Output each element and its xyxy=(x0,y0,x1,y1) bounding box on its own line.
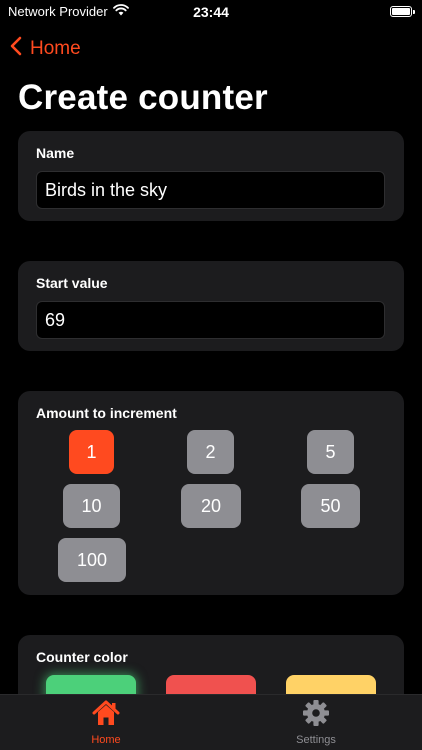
increment-option-50[interactable]: 50 xyxy=(301,484,360,528)
increment-option-20[interactable]: 20 xyxy=(181,484,241,528)
increment-option-label: 20 xyxy=(200,495,222,516)
create-counter-screen: Network Provider 23:44 Home Create count… xyxy=(0,0,422,750)
name-label: Name xyxy=(36,145,75,161)
start-value-label: Start value xyxy=(36,275,108,291)
status-time: 23:44 xyxy=(193,4,229,20)
start-value: 69 xyxy=(45,309,66,330)
page-title: Create counter xyxy=(18,78,268,117)
increment-label: Amount to increment xyxy=(36,405,177,421)
name-value: Birds in the sky xyxy=(45,179,168,200)
tab-settings-label: Settings xyxy=(296,734,336,746)
increment-card: Amount to increment 1 2 5 10 20 50 100 xyxy=(18,391,404,595)
name-field[interactable]: Birds in the sky xyxy=(36,171,385,209)
increment-option-label: 1 xyxy=(86,441,97,462)
increment-option-1[interactable]: 1 xyxy=(69,430,114,474)
start-value-card: Start value 69 xyxy=(18,261,404,351)
counter-color-label: Counter color xyxy=(36,649,128,665)
increment-option-100[interactable]: 100 xyxy=(58,538,126,582)
chevron-left-icon xyxy=(10,36,22,62)
back-label: Home xyxy=(30,38,81,59)
name-card: Name Birds in the sky xyxy=(18,131,404,221)
start-value-field[interactable]: 69 xyxy=(36,301,385,339)
tab-settings[interactable]: Settings xyxy=(256,699,376,746)
battery-icon xyxy=(390,6,415,17)
tab-home-label: Home xyxy=(91,734,121,746)
gear-icon xyxy=(302,699,330,732)
increment-option-2[interactable]: 2 xyxy=(187,430,234,474)
tab-home[interactable]: Home xyxy=(46,699,166,746)
back-button[interactable]: Home xyxy=(10,36,81,62)
increment-option-5[interactable]: 5 xyxy=(307,430,354,474)
status-bar: Network Provider 23:44 xyxy=(0,0,422,26)
increment-option-label: 10 xyxy=(81,495,102,516)
tab-bar: Home Settings xyxy=(0,694,422,750)
increment-option-label: 100 xyxy=(76,549,108,570)
increment-option-label: 5 xyxy=(325,441,336,462)
increment-option-label: 2 xyxy=(205,441,216,462)
house-icon xyxy=(91,699,121,732)
increment-option-label: 50 xyxy=(320,495,341,516)
increment-option-10[interactable]: 10 xyxy=(63,484,120,528)
